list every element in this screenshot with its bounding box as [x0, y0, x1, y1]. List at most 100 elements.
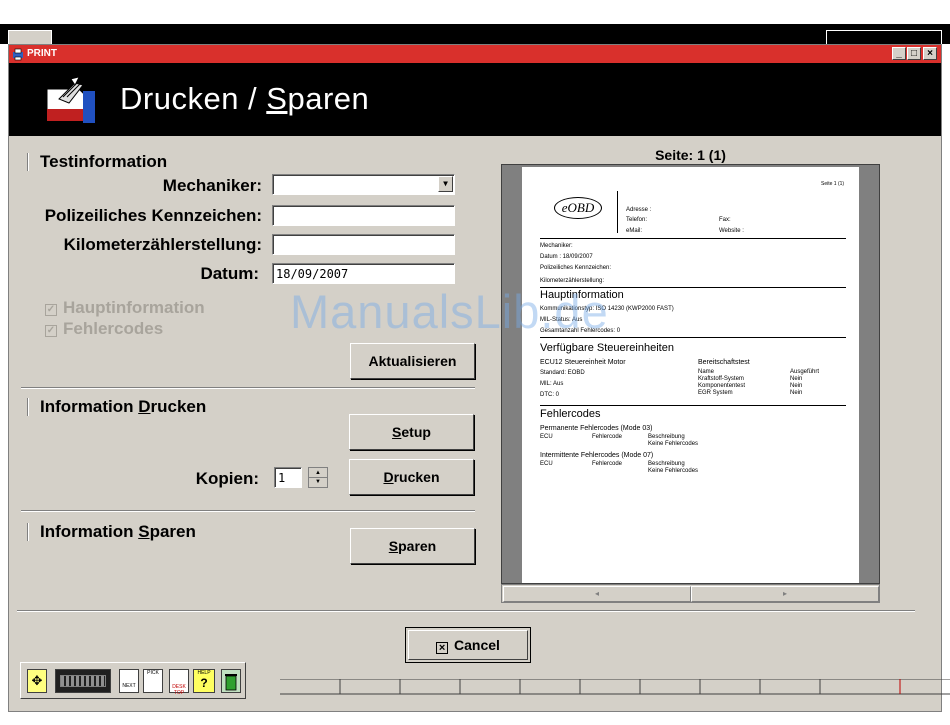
odometer-field[interactable]: [272, 234, 455, 255]
title-bar[interactable]: PRINT _ □ ×: [9, 45, 941, 63]
printer-app-icon: [13, 48, 23, 61]
preview-text: Polizeiliches Kennzeichen:: [540, 265, 612, 271]
preview-text: Nein: [790, 390, 803, 396]
accel: D: [383, 469, 394, 485]
title-part: paren: [149, 522, 196, 541]
divider: [617, 191, 618, 233]
preview-text: Ausgeführt: [790, 369, 820, 375]
plate-label: Polizeiliches Kennzeichen:: [44, 206, 262, 225]
update-button[interactable]: Aktualisieren: [350, 343, 475, 379]
window-title: PRINT: [27, 48, 57, 59]
title-part: Information: [40, 522, 139, 541]
pick-icon[interactable]: PICK: [143, 669, 163, 693]
date-field[interactable]: 18/09/2007: [272, 263, 455, 284]
separator: [21, 510, 475, 512]
chevron-up-icon[interactable]: ▲: [309, 468, 327, 478]
page-indicator: Seite: 1 (1): [655, 147, 726, 163]
preview-text: Bereitschaftstest: [698, 359, 750, 366]
save-section-title: Information Sparen: [40, 522, 196, 542]
copies-field[interactable]: 1: [274, 467, 302, 488]
maximize-button[interactable]: □: [907, 47, 921, 60]
desktop-icon-btn[interactable]: DESK TOP: [169, 669, 189, 696]
cancel-button[interactable]: × Cancel: [405, 627, 531, 663]
preview-text: MIL: Aus: [540, 381, 564, 387]
close-icon: ×: [436, 642, 449, 654]
button-label: etup: [401, 424, 431, 440]
preview-text: Beschreibung: [648, 434, 685, 440]
checkbox-label: Hauptinformation: [63, 298, 205, 317]
section-marker: [27, 398, 29, 416]
scroll-left-button[interactable]: ◂: [503, 586, 691, 602]
section-marker: [27, 153, 29, 171]
preview-text: ECU: [540, 461, 553, 467]
preview-text: Intermittente Fehlercodes (Mode 07): [540, 452, 654, 459]
plate-field[interactable]: [272, 205, 455, 226]
help-q: ?: [200, 676, 208, 690]
copies-label: Kopien:: [195, 469, 259, 488]
preview-text: Keine Fehlercodes: [648, 468, 699, 474]
checkbox-fehlercodes[interactable]: ✓ Fehlercodes: [45, 319, 163, 339]
title-part: rucken: [150, 397, 207, 416]
button-label: rucken: [393, 469, 440, 485]
title-accel: D: [138, 397, 151, 416]
preview-text: Fehlercode: [592, 434, 623, 440]
title-part: paren: [287, 81, 370, 116]
cancel-button-face[interactable]: × Cancel: [408, 630, 528, 660]
separator: [21, 387, 475, 389]
preview-text: Adresse :: [626, 207, 652, 213]
tool-taskbar: ✥ NEXT PICK DESK TOP HELP?: [20, 662, 246, 699]
preview-text: Beschreibung: [648, 461, 685, 467]
copies-stepper[interactable]: ▲ ▼: [308, 467, 328, 488]
eobd-logo: eOBD: [554, 197, 602, 219]
keyboard-icon[interactable]: [55, 669, 111, 693]
preview-text: Kraftstoff-System: [698, 376, 744, 382]
preview-heading: Verfügbare Steuereinheiten: [540, 342, 674, 354]
chevron-down-icon[interactable]: ▼: [309, 478, 327, 487]
preview-text: ECU12 Steuereinheit Motor: [540, 359, 626, 366]
help-icon[interactable]: HELP?: [193, 669, 215, 693]
minimize-button[interactable]: _: [892, 47, 906, 60]
chevron-down-icon[interactable]: ▼: [438, 176, 453, 192]
print-section-title: Information Drucken: [40, 397, 206, 417]
odometer-label: Kilometerzählerstellung:: [63, 235, 262, 254]
print-preview[interactable]: Seite 1 (1) eOBD Adresse : Telefon: Fax:…: [501, 164, 880, 584]
preview-text: Keine Fehlercodes: [648, 441, 699, 447]
preview-text: eMail:: [626, 228, 643, 234]
check-icon: ✓: [45, 304, 57, 316]
title-accel: S: [266, 81, 288, 116]
title-accel: S: [138, 522, 150, 541]
close-button[interactable]: ×: [923, 47, 937, 60]
page-title: Drucken / Sparen: [120, 81, 369, 117]
preview-text: Fax:: [719, 217, 731, 223]
background-lines: [280, 679, 950, 695]
preview-heading: Fehlercodes: [540, 408, 601, 420]
print-window: PRINT _ □ × Drucken / Sparen Testinforma…: [8, 44, 942, 712]
keyboard-keys: [60, 675, 106, 687]
next-icon[interactable]: NEXT: [119, 669, 139, 693]
accel: S: [392, 424, 402, 440]
preview-text: Telefon:: [626, 217, 648, 223]
title-part: Information: [40, 397, 139, 416]
mechanic-combobox[interactable]: ▼: [272, 174, 455, 195]
button-label: paren: [398, 538, 437, 554]
preview-text: Nein: [790, 376, 803, 382]
preview-scrollbar[interactable]: ◂ ▸: [501, 584, 880, 603]
print-button[interactable]: Drucken: [349, 459, 474, 495]
trash-svg: [225, 674, 237, 691]
divider: [540, 238, 846, 239]
print-save-icon: [46, 76, 95, 123]
scroll-right-button[interactable]: ▸: [691, 586, 879, 602]
setup-button[interactable]: Setup: [349, 414, 474, 450]
save-button[interactable]: Sparen: [350, 528, 475, 564]
checkbox-hauptinformation[interactable]: ✓ Hauptinformation: [45, 298, 205, 318]
accel: S: [388, 538, 399, 554]
check-icon: ✓: [45, 325, 57, 337]
preview-text: Fehlercode: [592, 461, 623, 467]
watermark-text: ManualsLib.de: [290, 285, 609, 338]
desktop-top-strip: [0, 24, 950, 44]
move-icon[interactable]: ✥: [27, 669, 47, 693]
trash-icon[interactable]: [221, 669, 241, 693]
preview-text: EGR System: [698, 390, 733, 396]
preview-text: Permanente Fehlercodes (Mode 03): [540, 425, 653, 432]
preview-page: Seite 1 (1) eOBD Adresse : Telefon: Fax:…: [522, 167, 859, 583]
